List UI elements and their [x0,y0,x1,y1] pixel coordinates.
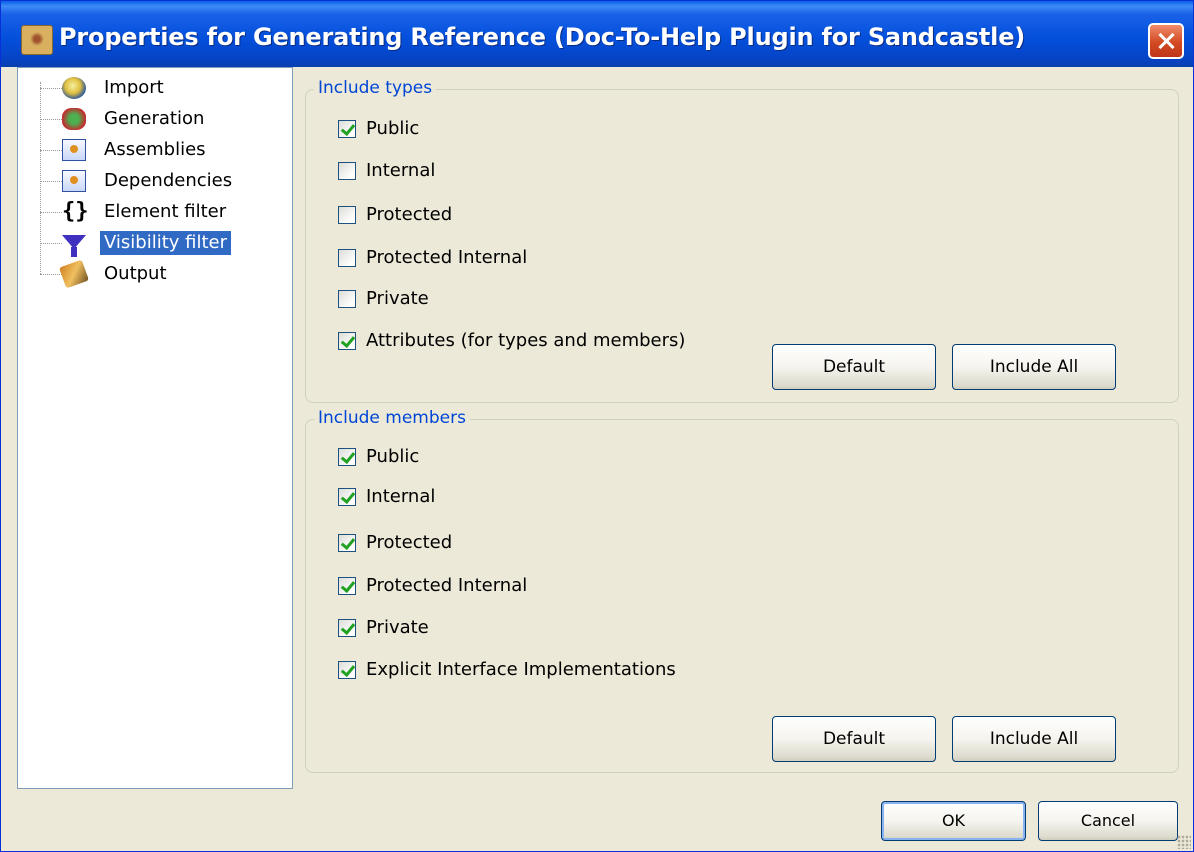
checkbox-box[interactable] [338,332,356,350]
assembly-icon [62,170,86,192]
checkbox-label: Protected [366,204,453,225]
types-include-all-button[interactable]: Include All [952,344,1116,390]
tree-item-import[interactable]: Import [18,74,288,102]
checkbox-label: Public [366,446,420,467]
tree-item-assemblies[interactable]: Assemblies [18,136,288,164]
output-icon [58,259,90,289]
tree-item-label: Dependencies [104,170,233,191]
checkbox-label: Attributes (for types and members) [366,330,686,351]
include-types-group: Include types Public Internal Protected … [305,77,1179,403]
checkbox-box[interactable] [338,206,356,224]
include-members-group: Include members Public Internal Protecte… [305,407,1179,773]
checkbox-label: Private [366,617,429,638]
checkbox-box[interactable] [338,488,356,506]
tree-item-element-filter[interactable]: {} Element filter [18,198,288,226]
group-title: Include types [314,77,437,99]
tree-item-generation[interactable]: Generation [18,105,288,133]
generation-icon [62,108,86,130]
tree-item-label: Generation [104,108,205,129]
resize-grip[interactable] [1177,835,1191,849]
group-title: Include members [314,407,470,429]
title-bar[interactable]: Properties for Generating Reference (Doc… [1,1,1193,67]
types-default-button[interactable]: Default [772,344,936,390]
import-icon [62,77,86,99]
close-button[interactable] [1148,23,1184,59]
checkbox-box[interactable] [338,619,356,637]
tree-item-label: Assemblies [104,139,206,160]
navigation-tree: Import Generation Assemblies Dependencie… [17,67,293,789]
checkbox-box[interactable] [338,577,356,595]
members-default-button[interactable]: Default [772,716,936,762]
checkbox-label: Internal [366,486,436,507]
checkbox-label: Public [366,118,420,139]
checkbox-box[interactable] [338,448,356,466]
checkbox-box[interactable] [338,162,356,180]
checkbox-box[interactable] [338,534,356,552]
tree-item-label: Element filter [104,201,227,222]
checkbox-label: Protected Internal [366,247,528,268]
members-include-all-button[interactable]: Include All [952,716,1116,762]
checkbox-label: Protected [366,532,453,553]
window-title: Properties for Generating Reference (Doc… [59,23,1026,51]
app-icon [21,25,53,55]
braces-icon: {} [62,199,89,224]
tree-item-visibility-filter[interactable]: Visibility filter [18,229,288,257]
checkbox-label: Internal [366,160,436,181]
assembly-icon [62,139,86,161]
tree-item-output[interactable]: Output [18,259,288,289]
checkbox-box[interactable] [338,661,356,679]
checkbox-box[interactable] [338,249,356,267]
checkbox-box[interactable] [338,290,356,308]
tree-item-label: Visibility filter [100,231,232,255]
tree-item-label: Output [104,263,167,284]
tree-item-dependencies[interactable]: Dependencies [18,167,288,195]
settings-panel: Include types Public Internal Protected … [293,67,1193,789]
cancel-button[interactable]: Cancel [1038,801,1178,841]
checkbox-label: Protected Internal [366,575,528,596]
checkbox-label: Explicit Interface Implementations [366,659,676,680]
ok-button[interactable]: OK [881,801,1026,841]
funnel-icon [62,235,86,257]
tree-item-label: Import [104,77,164,98]
dialog-window: Properties for Generating Reference (Doc… [0,0,1194,852]
checkbox-box[interactable] [338,120,356,138]
checkbox-label: Private [366,288,429,309]
